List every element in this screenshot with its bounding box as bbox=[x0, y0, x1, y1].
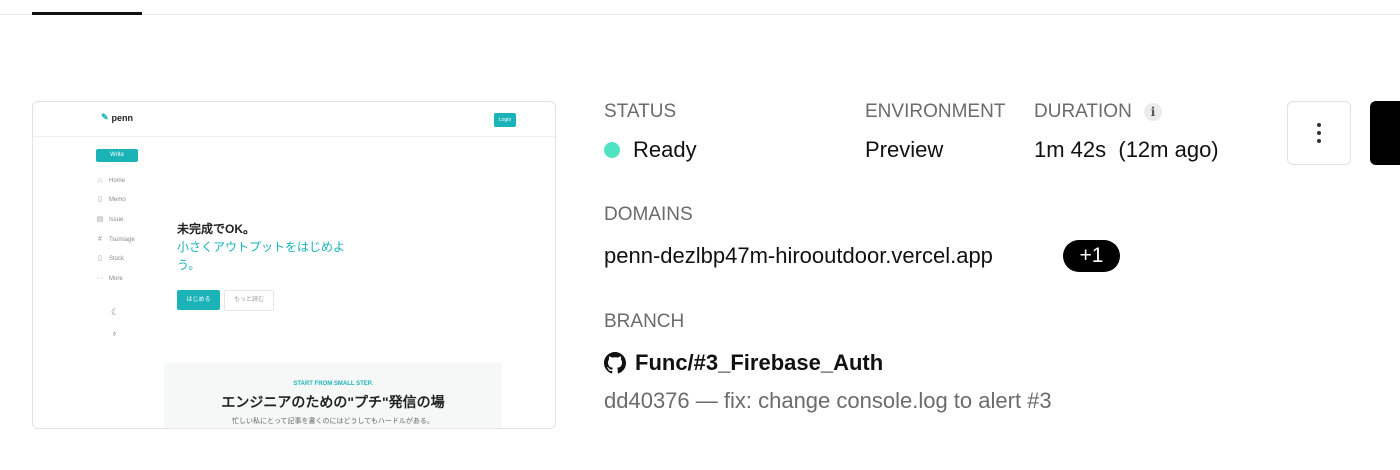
preview-band-subtitle: 忙しい私にとって記事を書くのにはどうしてもハードルがある。 bbox=[232, 418, 434, 425]
home-icon: ⌂ bbox=[97, 176, 103, 184]
preview-nav-item: # Tsumiage bbox=[96, 230, 135, 250]
domain-extra-badge[interactable]: +1 bbox=[1063, 240, 1120, 272]
environment-value: Preview bbox=[865, 137, 944, 162]
preview-nav-item: ▯ Stock bbox=[96, 249, 135, 269]
preview-feature-band: START FROM SMALL STEP. エンジニアのための"プチ"発信の場… bbox=[164, 363, 502, 428]
primary-action-button[interactable] bbox=[1370, 101, 1400, 165]
preview-more-button: もっと読む bbox=[224, 290, 274, 311]
duration-label: DURATION bbox=[1034, 101, 1132, 122]
preview-nav-label: Tsumiage bbox=[109, 236, 135, 243]
preview-headline: 未完成でOK。 bbox=[177, 222, 256, 236]
kebab-icon bbox=[1317, 123, 1321, 127]
pencil-icon: ✎ bbox=[101, 112, 109, 122]
domain-link[interactable]: penn-dezlbp47m-hirooutdoor.vercel.app bbox=[604, 243, 993, 269]
preview-nav: ⌂ Home ▯ Memo ▤ Issue # Tsumiage ▯ Stock ··· M… bbox=[96, 171, 135, 289]
info-icon[interactable]: i bbox=[1144, 103, 1162, 121]
kebab-icon bbox=[1317, 131, 1321, 135]
status-indicator bbox=[604, 142, 620, 158]
status-value: Ready bbox=[633, 137, 697, 162]
preview-start-button: はじめる bbox=[177, 290, 220, 310]
status-label: STATUS bbox=[604, 101, 677, 122]
preview-nav-item: ··· More bbox=[96, 269, 135, 289]
document-icon: ▯ bbox=[98, 196, 102, 204]
branch-label: BRANCH bbox=[604, 311, 685, 332]
preview-band-kicker: START FROM SMALL STEP. bbox=[293, 381, 373, 387]
preview-subheadline: 小さくアウトプットをはじめよう。 bbox=[177, 240, 346, 272]
preview-nav-label: Home bbox=[109, 177, 126, 184]
preview-nav-item: ⌂ Home bbox=[96, 171, 135, 191]
preview-logo: ✎ penn bbox=[101, 112, 133, 123]
clipboard-icon: ▤ bbox=[96, 215, 104, 223]
domains-label: DOMAINS bbox=[604, 204, 693, 225]
preview-band-title: エンジニアのための"プチ"発信の場 bbox=[221, 394, 445, 410]
hash-icon: # bbox=[98, 235, 102, 243]
bookmark-icon: ▯ bbox=[98, 255, 102, 263]
moon-icon: ☾ bbox=[111, 307, 120, 317]
bell-icon: ♁ bbox=[111, 328, 118, 338]
preview-write-button: Write bbox=[96, 149, 138, 162]
environment-label: ENVIRONMENT bbox=[865, 101, 1006, 122]
preview-login-button: Login bbox=[494, 113, 516, 127]
tab-bar-divider bbox=[0, 14, 1400, 15]
deployment-preview[interactable]: ✎ penn Login Write ⌂ Home ▯ Memo ▤ Issue # T… bbox=[32, 101, 556, 429]
more-options-button[interactable] bbox=[1287, 101, 1351, 165]
preview-nav-label: Issue bbox=[109, 216, 124, 223]
github-icon bbox=[604, 352, 626, 374]
kebab-icon bbox=[1317, 139, 1321, 143]
preview-nav-label: Stock bbox=[109, 256, 125, 263]
preview-logo-text: penn bbox=[111, 112, 134, 123]
preview-nav-item: ▯ Memo bbox=[96, 191, 135, 211]
preview-header: ✎ penn Login bbox=[33, 102, 555, 137]
branch-link[interactable]: Func/#3_Firebase_Auth bbox=[635, 350, 883, 376]
more-icon: ··· bbox=[96, 274, 104, 282]
commit-link[interactable]: dd40376 — fix: change console.log to ale… bbox=[604, 388, 1052, 414]
preview-nav-item: ▤ Issue bbox=[96, 210, 135, 230]
active-tab-indicator bbox=[32, 12, 142, 15]
preview-nav-label: Memo bbox=[109, 197, 126, 204]
preview-nav-label: More bbox=[109, 275, 123, 282]
duration-value: 1m 42s (12m ago) bbox=[1034, 137, 1219, 162]
